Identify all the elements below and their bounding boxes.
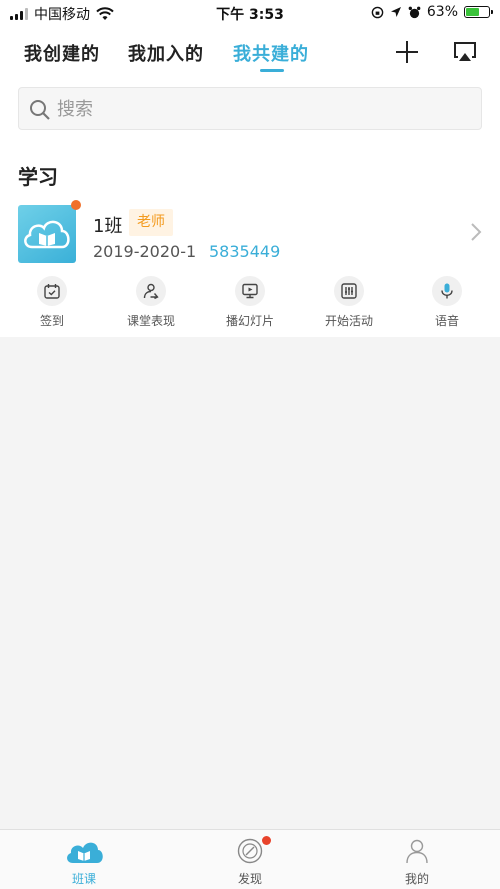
class-list-item[interactable]: 1班 老师 2019-2020-1 5835449: [0, 200, 500, 268]
person-icon: [406, 839, 428, 864]
role-badge: 老师: [129, 209, 173, 236]
action-slideshow[interactable]: 播幻灯片: [200, 276, 300, 329]
slideshow-icon: [235, 276, 265, 306]
alarm-icon: [408, 6, 421, 18]
status-bar: 中国移动 下午 3:53 63%: [0, 0, 500, 26]
nav-item-classes[interactable]: 班课: [44, 838, 124, 887]
tab-joined[interactable]: 我加入的: [128, 40, 204, 66]
class-code: 5835449: [209, 242, 281, 261]
action-label: 播幻灯片: [225, 314, 274, 328]
rotation-lock-icon: [371, 6, 384, 18]
section-title: 学习: [18, 165, 58, 189]
battery-percent: 63%: [426, 4, 458, 20]
calendar-check-icon: [37, 276, 67, 306]
active-tab-indicator: [260, 69, 284, 72]
screen-cast-icon[interactable]: [451, 38, 479, 66]
unread-dot: [71, 200, 81, 210]
bottom-nav: 班课 发现 我的: [0, 829, 500, 889]
microphone-icon: [432, 276, 462, 306]
battery-icon: [464, 6, 493, 18]
location-icon: [390, 7, 401, 17]
action-label: 开始活动: [324, 314, 373, 328]
action-checkin[interactable]: 签到: [2, 276, 102, 329]
action-label: 课堂表现: [126, 314, 175, 328]
action-start-activity[interactable]: 开始活动: [299, 276, 399, 329]
tab-co-built[interactable]: 我共建的: [233, 40, 309, 66]
action-label: 签到: [39, 314, 64, 328]
quick-actions: 签到 课堂表现 播幻灯片 开始活动 语音: [0, 276, 500, 336]
person-performance-icon: [136, 276, 166, 306]
battery-level: [466, 8, 479, 16]
nav-item-mine[interactable]: 我的: [377, 838, 457, 887]
nav-label: 班课: [71, 872, 96, 886]
chevron-right-icon: [471, 223, 482, 241]
action-voice[interactable]: 语音: [397, 276, 497, 329]
action-performance[interactable]: 课堂表现: [101, 276, 201, 329]
class-term: 2019-2020-1: [93, 242, 197, 261]
compass-icon: [237, 838, 263, 864]
search-icon: [30, 100, 50, 120]
class-logo: [18, 200, 81, 263]
tab-created[interactable]: 我创建的: [24, 40, 100, 66]
action-label: 语音: [434, 314, 459, 328]
nav-item-discover[interactable]: 发现: [210, 836, 290, 887]
top-tab-bar: 我创建的 我加入的 我共建的: [0, 26, 500, 76]
nav-label: 我的: [404, 872, 429, 886]
search-input[interactable]: [57, 96, 457, 122]
class-name: 1班: [93, 216, 123, 237]
search-area: [0, 76, 500, 144]
search-box[interactable]: [18, 87, 482, 130]
cloud-book-icon: [67, 842, 103, 863]
notification-dot: [262, 836, 271, 845]
sliders-icon: [334, 276, 364, 306]
course-section: 学习 1班 老师 2019-2020-1 5835449 签到 课堂表现 播幻灯…: [0, 144, 500, 337]
nav-label: 发现: [237, 872, 262, 886]
add-icon[interactable]: [393, 38, 421, 66]
status-right: 63%: [371, 4, 493, 20]
cloud-book-logo-icon: [24, 220, 70, 249]
